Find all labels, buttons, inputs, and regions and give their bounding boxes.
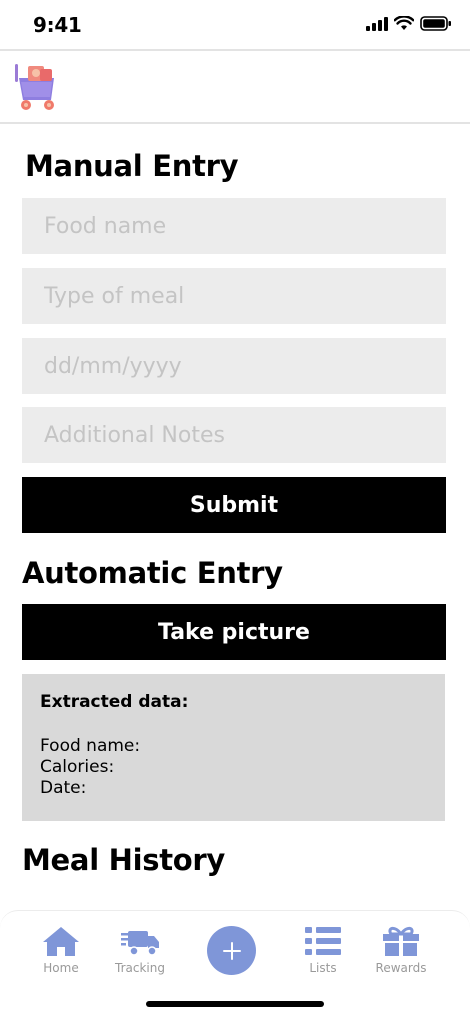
- nav-home[interactable]: Home: [21, 925, 101, 975]
- status-time: 9:41: [33, 13, 82, 37]
- battery-icon: [420, 16, 451, 31]
- extracted-data-panel: Extracted data: Food name: Calories: Dat…: [22, 674, 445, 821]
- nav-rewards-label: Rewards: [375, 961, 427, 975]
- list-icon: [305, 927, 341, 955]
- status-divider: [0, 49, 470, 51]
- gift-icon: [383, 926, 419, 956]
- signal-icon: [366, 16, 388, 31]
- meal-type-input[interactable]: [22, 268, 446, 324]
- app-header: [0, 52, 470, 122]
- status-bar: 9:41: [0, 0, 470, 50]
- submit-button[interactable]: Submit: [22, 477, 446, 533]
- meal-history-title: Meal History: [22, 843, 225, 877]
- wifi-icon: [394, 16, 414, 30]
- add-button[interactable]: [207, 926, 256, 975]
- status-icons: [366, 16, 452, 31]
- home-indicator[interactable]: [146, 1001, 324, 1007]
- truck-icon: [121, 931, 159, 956]
- food-name-input[interactable]: [22, 198, 446, 254]
- extracted-data-title: Extracted data:: [40, 692, 189, 712]
- manual-entry-title: Manual Entry: [25, 149, 239, 183]
- take-picture-button[interactable]: Take picture: [22, 604, 446, 660]
- extracted-date: Date:: [40, 778, 87, 798]
- home-icon: [43, 927, 79, 956]
- app-screen: 9:41 Manual Entry Food name Type of meal…: [0, 0, 470, 1014]
- cart-logo-icon[interactable]: [12, 60, 60, 112]
- nav-rewards[interactable]: Rewards: [361, 925, 441, 975]
- extracted-food-name: Food name:: [40, 736, 141, 756]
- nav-home-label: Home: [43, 961, 79, 975]
- nav-lists[interactable]: Lists: [283, 925, 363, 975]
- notes-input[interactable]: [22, 407, 446, 463]
- bottom-nav: Home Tracking Lists Rewards: [0, 910, 470, 1014]
- automatic-entry-title: Automatic Entry: [22, 556, 283, 590]
- nav-tracking[interactable]: Tracking: [100, 925, 180, 975]
- nav-lists-label: Lists: [309, 961, 337, 975]
- header-divider: [0, 122, 470, 124]
- extracted-calories: Calories:: [40, 757, 115, 777]
- nav-tracking-label: Tracking: [115, 961, 165, 975]
- plus-icon: [222, 941, 241, 960]
- date-input[interactable]: [22, 338, 446, 394]
